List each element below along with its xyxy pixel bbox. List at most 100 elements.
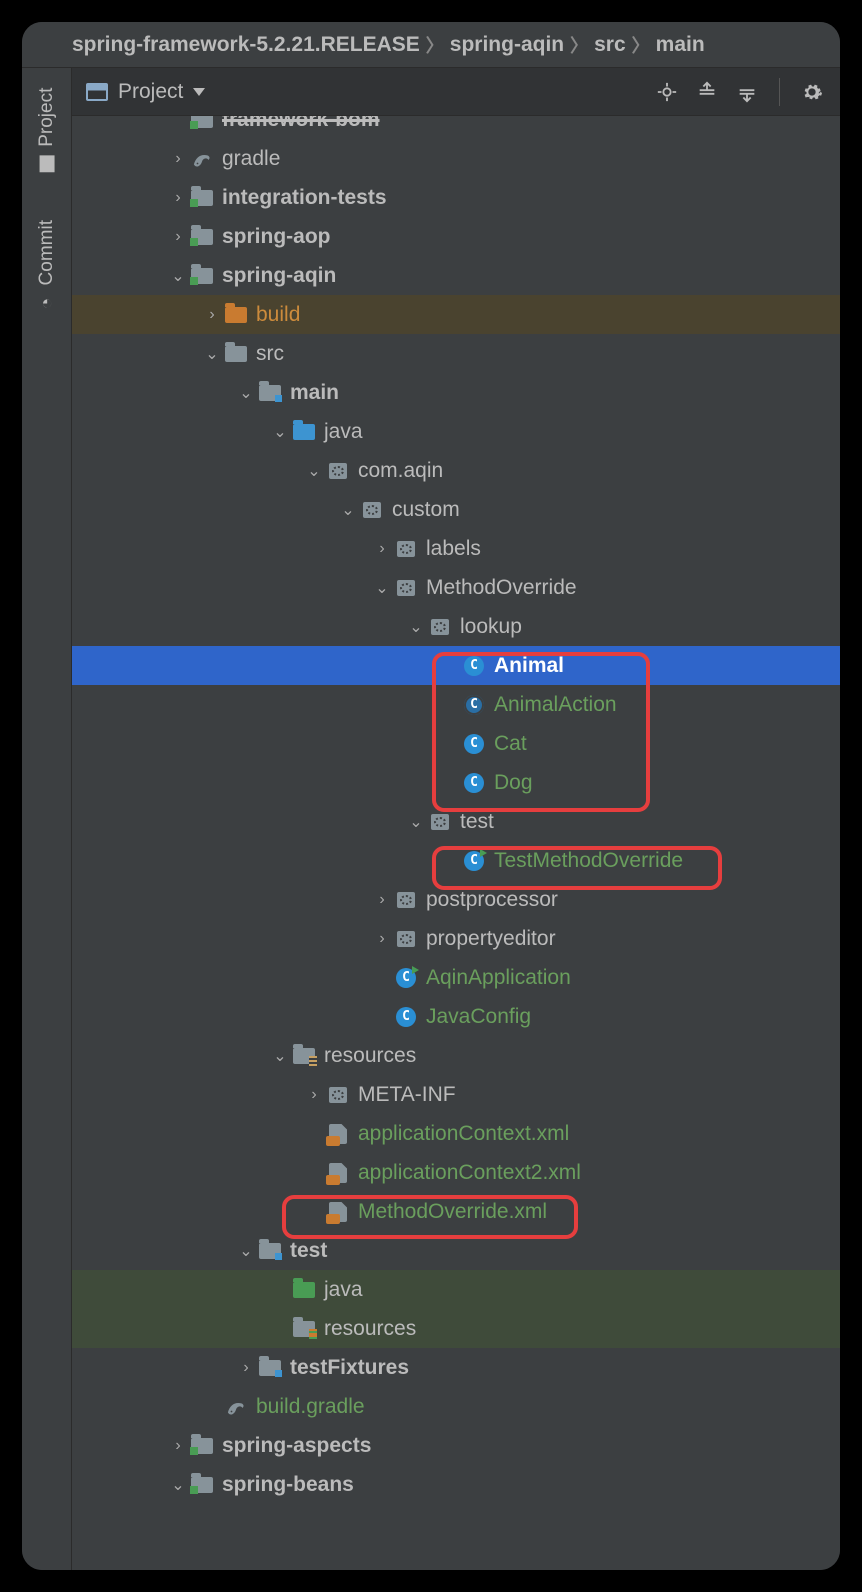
pkg-icon [360,500,384,520]
expand-arrow-icon[interactable]: › [170,150,186,168]
expand-arrow-icon[interactable]: ⌄ [408,617,424,637]
expand-arrow-icon[interactable]: › [204,306,220,324]
tree-row[interactable]: ›build [72,295,840,334]
tree-row[interactable]: ⌄spring-beans [72,1465,840,1504]
tree-row[interactable]: resources [72,1309,840,1348]
chevron-down-icon [193,88,205,96]
tree-item-label: gradle [222,147,280,171]
project-tree[interactable]: framework-bom›gradle›integration-tests›s… [72,116,840,1570]
tool-tab-commit[interactable]: ◔ Commit [36,220,58,314]
expand-arrow-icon[interactable]: › [374,930,390,948]
tree-item-label: applicationContext.xml [358,1122,569,1146]
tree-row[interactable]: applicationContext.xml [72,1114,840,1153]
tree-row[interactable]: ›META-INF [72,1075,840,1114]
collapse-all-icon[interactable] [733,78,761,106]
tree-item-label: main [290,381,339,405]
tree-row[interactable]: ⌄test [72,802,840,841]
view-mode-dropdown[interactable]: Project [86,80,205,104]
tree-row[interactable]: ⌄custom [72,490,840,529]
expand-arrow-icon[interactable]: ⌄ [272,422,288,442]
breadcrumb-item[interactable]: main [656,33,705,57]
expand-arrow-icon[interactable]: › [170,228,186,246]
tree-row[interactable]: applicationContext2.xml [72,1153,840,1192]
tool-tab-project[interactable]: ▆ Project [36,88,58,170]
expand-arrow-icon[interactable]: ⌄ [408,812,424,832]
expand-arrow-icon[interactable]: ⌄ [170,1475,186,1495]
folder-mod-icon [190,116,214,130]
tree-item-label: resources [324,1044,416,1068]
tree-item-label: src [256,342,284,366]
tree-row[interactable]: framework-bom [72,116,840,139]
folder-mod-icon [190,1436,214,1456]
tree-row[interactable]: ⌄ lookup [72,607,840,646]
expand-arrow-icon[interactable]: ⌄ [374,578,390,598]
tree-row[interactable]: › spring-aspects [72,1426,840,1465]
expand-arrow-icon[interactable]: › [306,1086,322,1104]
expand-arrow-icon[interactable]: ⌄ [170,266,186,286]
breadcrumb-item[interactable]: spring-framework-5.2.21.RELEASE [72,33,420,57]
tree-item-label: JavaConfig [426,1005,531,1029]
pkg-icon [394,890,418,910]
tree-item-label: integration-tests [222,186,387,210]
tree-item-label: lookup [460,615,522,639]
tree-row[interactable]: ›spring-aop [72,217,840,256]
tree-row[interactable]: java [72,1270,840,1309]
expand-arrow-icon[interactable]: › [170,1437,186,1455]
tree-row[interactable]: build.gradle [72,1387,840,1426]
expand-arrow-icon[interactable]: ⌄ [238,1241,254,1261]
tree-row[interactable]: ⌄ java [72,412,840,451]
tree-row[interactable]: ⌄spring-aqin [72,256,840,295]
expand-arrow-icon[interactable]: ⌄ [340,500,356,520]
chevron-right-icon: 〉 [426,32,444,58]
tree-row[interactable]: ⌄ src [72,334,840,373]
expand-arrow-icon[interactable]: ⌄ [272,1046,288,1066]
tree-row[interactable]: ⌄MethodOverride [72,568,840,607]
breadcrumb-item[interactable]: spring-aqin [450,33,564,57]
tree-item-label: spring-aspects [222,1434,371,1458]
pkg-icon [394,539,418,559]
iface-icon: C [462,695,486,715]
tree-row[interactable]: CCat [72,724,840,763]
tree-item-label: AnimalAction [494,693,617,717]
tree-item-label: MethodOverride.xml [358,1200,547,1224]
folder-icon: ▆ [39,151,54,173]
tree-row[interactable]: ⌄ main [72,373,840,412]
tree-row[interactable]: › integration-tests [72,178,840,217]
pkg-icon [326,1085,350,1105]
tree-row[interactable]: CDog [72,763,840,802]
tree-item-label: applicationContext2.xml [358,1161,581,1185]
tree-row[interactable]: CAqinApplication [72,958,840,997]
tree-row[interactable]: ⌄test [72,1231,840,1270]
expand-arrow-icon[interactable]: ⌄ [238,383,254,403]
locate-icon[interactable] [653,78,681,106]
expand-arrow-icon[interactable]: › [170,189,186,207]
tree-row[interactable]: › gradle [72,139,840,178]
tree-row[interactable]: CTestMethodOverride [72,841,840,880]
tree-row[interactable]: ›labels [72,529,840,568]
gear-icon[interactable] [798,78,826,106]
tree-row[interactable]: ›propertyeditor [72,919,840,958]
xml-icon [326,1124,350,1144]
tree-row[interactable]: CJavaConfig [72,997,840,1036]
tree-row[interactable]: ›testFixtures [72,1348,840,1387]
breadcrumb-item[interactable]: src [594,33,626,57]
tree-row[interactable]: ›postprocessor [72,880,840,919]
gradle-icon [224,1397,248,1417]
expand-arrow-icon[interactable]: › [238,1359,254,1377]
pkg-icon [428,812,452,832]
expand-arrow-icon[interactable]: › [374,540,390,558]
expand-arrow-icon[interactable]: › [374,891,390,909]
tree-row[interactable]: ⌄ resources [72,1036,840,1075]
pkg-icon [394,578,418,598]
tree-item-label: Cat [494,732,527,756]
breadcrumb[interactable]: spring-framework-5.2.21.RELEASE 〉 spring… [22,22,840,68]
tree-row[interactable]: MethodOverride.xml [72,1192,840,1231]
expand-arrow-icon[interactable]: ⌄ [306,461,322,481]
tree-item-label: java [324,420,363,444]
tree-row[interactable]: ⌄com.aqin [72,451,840,490]
tree-row[interactable]: C AnimalAction [72,685,840,724]
expand-all-icon[interactable] [693,78,721,106]
tree-row[interactable]: CAnimal [72,646,840,685]
folder-green-icon [292,1280,316,1300]
expand-arrow-icon[interactable]: ⌄ [204,344,220,364]
